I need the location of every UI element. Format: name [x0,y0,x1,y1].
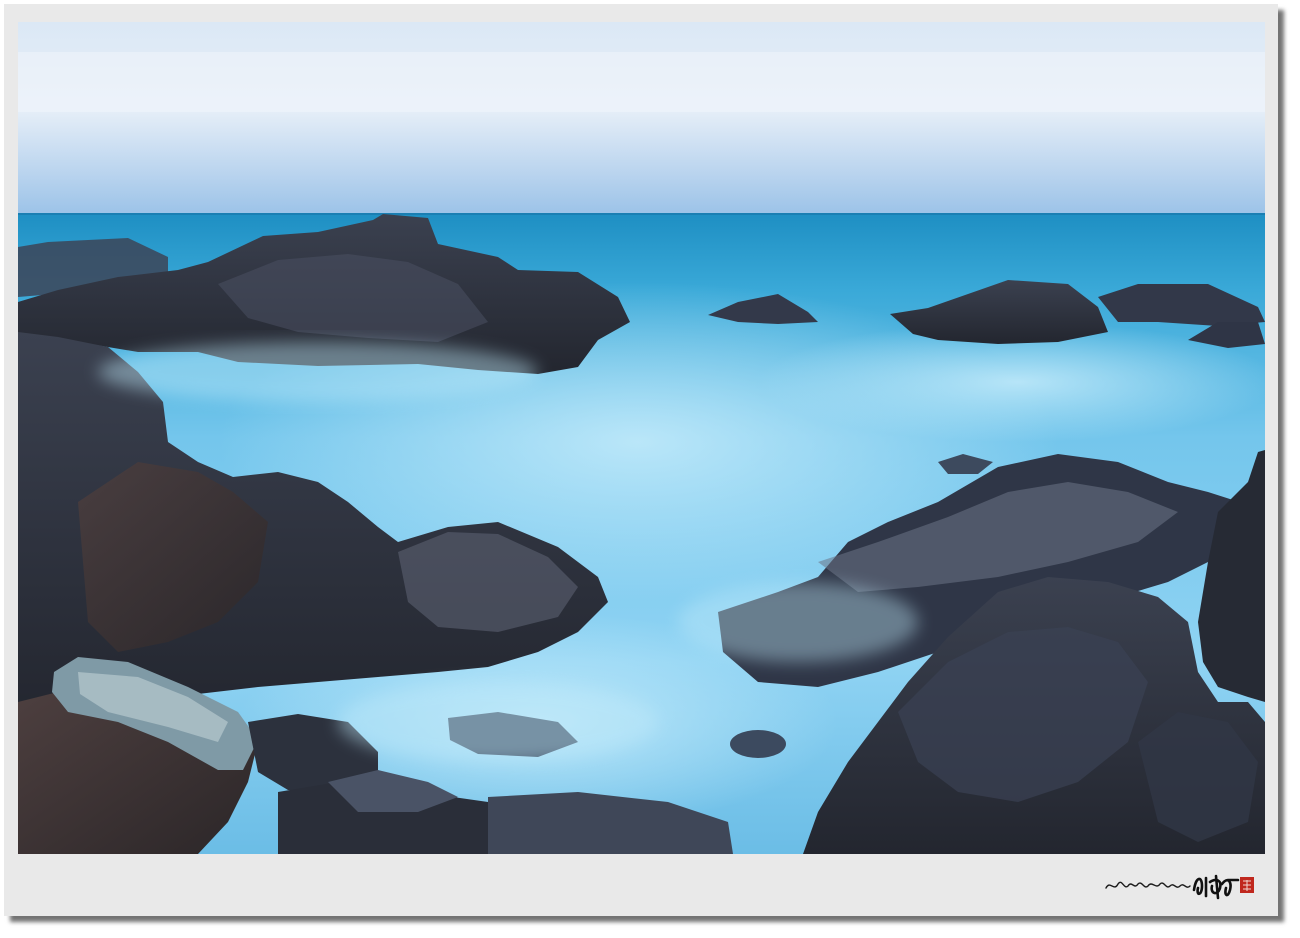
signature-name [1192,874,1240,900]
photographer-signature [1105,874,1254,900]
surf-mist [338,682,658,762]
surf-mist [678,582,918,662]
cloud-band [18,52,1265,112]
rock [730,730,786,758]
surf-mist [98,342,538,402]
photo-frame [4,4,1278,916]
page [0,0,1300,938]
signature-script [1105,881,1191,889]
horizon-line [18,213,1265,215]
sky [18,22,1265,214]
seascape-photo [18,22,1265,854]
